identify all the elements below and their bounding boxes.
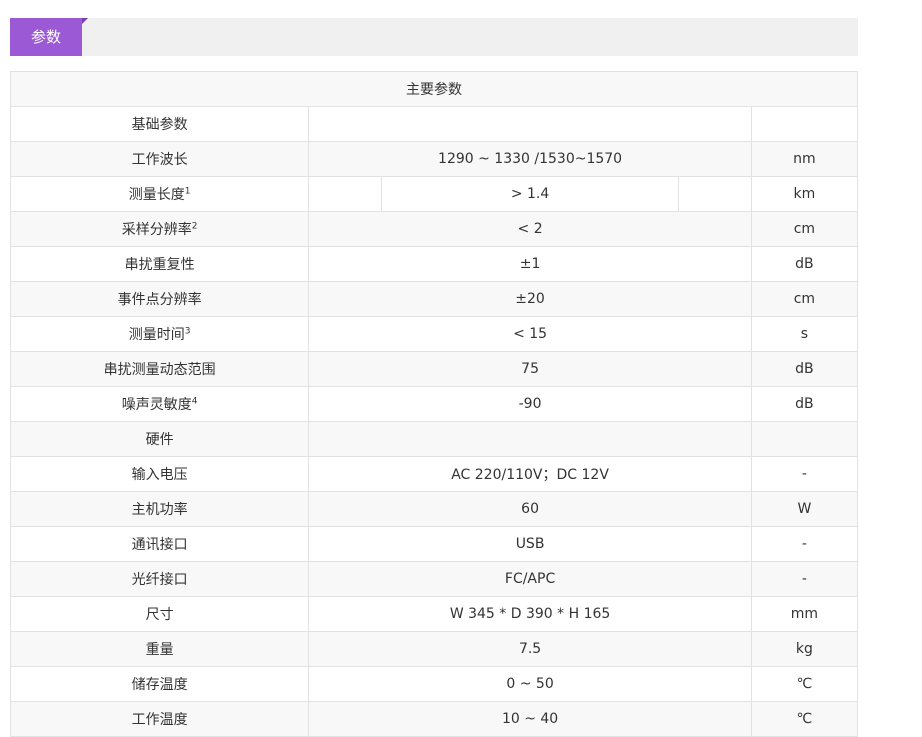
- row-unit: cm: [750, 281, 859, 317]
- row-value: > 1.4: [381, 176, 679, 212]
- table-row: 重量 7.5 kg: [9, 631, 859, 667]
- row-unit: ℃: [750, 701, 859, 737]
- table-row: 光纤接口 FC/APC -: [9, 561, 859, 597]
- row-unit: -: [750, 526, 859, 562]
- tab-parameters[interactable]: 参数: [10, 18, 82, 56]
- row-unit: -: [750, 456, 859, 492]
- table-row: 硬件: [9, 421, 859, 457]
- footnote-marker: 2: [191, 221, 198, 232]
- row-value: -90: [308, 386, 752, 422]
- table-row: 测量时间3 < 15 s: [9, 316, 859, 352]
- row-label: 噪声灵敏度4: [9, 386, 310, 422]
- row-unit: nm: [750, 141, 859, 177]
- row-label: 测量时间3: [9, 316, 310, 352]
- row-value: 7.5: [308, 631, 752, 667]
- table-row: 工作波长 1290 ~ 1330 /1530~1570 nm: [9, 141, 859, 177]
- row-label: 重量: [9, 631, 310, 667]
- row-value: 0 ~ 50: [308, 666, 752, 702]
- table-row: 采样分辨率2 < 2 cm: [9, 211, 859, 247]
- row-label: 储存温度: [9, 666, 310, 702]
- footnote-marker: 4: [191, 396, 198, 407]
- table-row: 输入电压 AC 220/110V；DC 12V -: [9, 456, 859, 492]
- table-header: 主要参数: [10, 71, 858, 107]
- row-label: 测量长度1: [9, 176, 310, 212]
- row-label-text: 采样分辨率: [121, 222, 192, 238]
- row-label: 输入电压: [9, 456, 310, 492]
- row-value: ±20: [308, 281, 752, 317]
- row-unit: dB: [750, 246, 859, 282]
- row-unit: mm: [750, 596, 859, 632]
- row-value: < 2: [308, 211, 752, 247]
- table-row: 通讯接口 USB -: [9, 526, 859, 562]
- row-value: USB: [308, 526, 752, 562]
- row-value: AC 220/110V；DC 12V: [308, 456, 752, 492]
- table-row: 串扰重复性 ±1 dB: [9, 246, 859, 282]
- row-value: 1290 ~ 1330 /1530~1570: [308, 141, 752, 177]
- table-row: 基础参数: [9, 106, 859, 142]
- row-unit: [750, 421, 859, 457]
- table-row: 尺寸 W 345 * D 390 * H 165 mm: [9, 596, 859, 632]
- row-unit: dB: [750, 386, 859, 422]
- row-label: 串扰测量动态范围: [9, 351, 310, 387]
- row-unit: kg: [750, 631, 859, 667]
- row-label-text: 测量长度: [128, 187, 185, 203]
- table-row: 工作温度 10 ~ 40 ℃: [9, 701, 859, 737]
- row-unit: -: [750, 561, 859, 597]
- table-row: 噪声灵敏度4 -90 dB: [9, 386, 859, 422]
- row-value: [308, 421, 752, 457]
- row-label: 硬件: [9, 421, 310, 457]
- row-label: 主机功率: [9, 491, 310, 527]
- row-label: 采样分辨率2: [9, 211, 310, 247]
- tab-bar: 参数: [10, 18, 858, 56]
- table-row: 事件点分辨率 ±20 cm: [9, 281, 859, 317]
- row-label: 尺寸: [9, 596, 310, 632]
- row-label: 事件点分辨率: [9, 281, 310, 317]
- row-unit: W: [750, 491, 859, 527]
- table-row: 主机功率 60 W: [9, 491, 859, 527]
- row-label: 基础参数: [9, 106, 310, 142]
- row-label: 光纤接口: [9, 561, 310, 597]
- row-value: 60: [308, 491, 752, 527]
- row-unit: cm: [750, 211, 859, 247]
- row-unit: [750, 106, 859, 142]
- row-label-text: 噪声灵敏度: [121, 397, 192, 413]
- table-row: 储存温度 0 ~ 50 ℃: [9, 666, 859, 702]
- row-unit: dB: [750, 351, 859, 387]
- spec-table: 主要参数 基础参数 工作波长 1290 ~ 1330 /1530~1570 nm…: [9, 71, 859, 737]
- row-value: ±1: [308, 246, 752, 282]
- footnote-marker: 3: [184, 326, 191, 337]
- row-label-text: 测量时间: [128, 327, 185, 343]
- row-value: < 15: [308, 316, 752, 352]
- row-value: FC/APC: [308, 561, 752, 597]
- tab-corner-decoration: [82, 18, 88, 24]
- row-unit: ℃: [750, 666, 859, 702]
- row-label: 工作温度: [9, 701, 310, 737]
- row-label: 串扰重复性: [9, 246, 310, 282]
- row-unit: s: [750, 316, 859, 352]
- row-label: 工作波长: [9, 141, 310, 177]
- row-unit: km: [750, 176, 859, 212]
- empty-cell: [677, 176, 752, 212]
- row-value: 10 ~ 40: [308, 701, 752, 737]
- table-row: 串扰测量动态范围 75 dB: [9, 351, 859, 387]
- footnote-marker: 1: [184, 186, 191, 197]
- empty-cell: [308, 176, 383, 212]
- row-value: [308, 106, 752, 142]
- table-row: 测量长度1 > 1.4 km: [9, 176, 859, 212]
- row-label: 通讯接口: [9, 526, 310, 562]
- row-value: 75: [308, 351, 752, 387]
- row-value: W 345 * D 390 * H 165: [308, 596, 752, 632]
